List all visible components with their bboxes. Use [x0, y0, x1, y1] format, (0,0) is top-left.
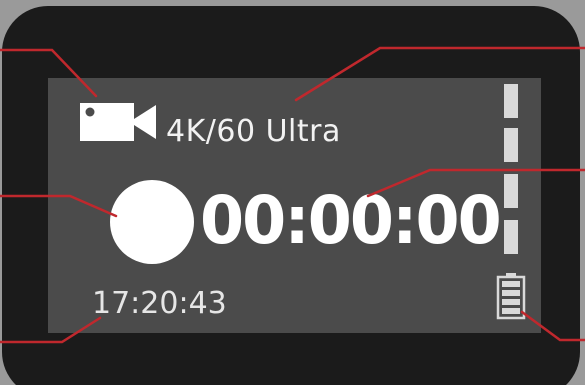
current-time: 17:20:43 — [92, 286, 227, 321]
lcd-display: 4K/60 Ultra 00:00:00 17:20:43 — [48, 78, 541, 333]
video-camera-icon — [80, 103, 156, 141]
signal-bar-2 — [504, 174, 518, 208]
signal-bar-3 — [504, 128, 518, 162]
signal-bar-4 — [504, 84, 518, 118]
recording-mode-label: 4K/60 Ultra — [166, 114, 341, 149]
recording-timer: 00:00:00 — [200, 182, 502, 259]
battery-icon — [496, 273, 526, 320]
signal-bar-1 — [504, 220, 518, 254]
record-dot-icon — [110, 180, 194, 264]
camera-screen-diagram: 4K/60 Ultra 00:00:00 17:20:43 — [0, 0, 585, 385]
